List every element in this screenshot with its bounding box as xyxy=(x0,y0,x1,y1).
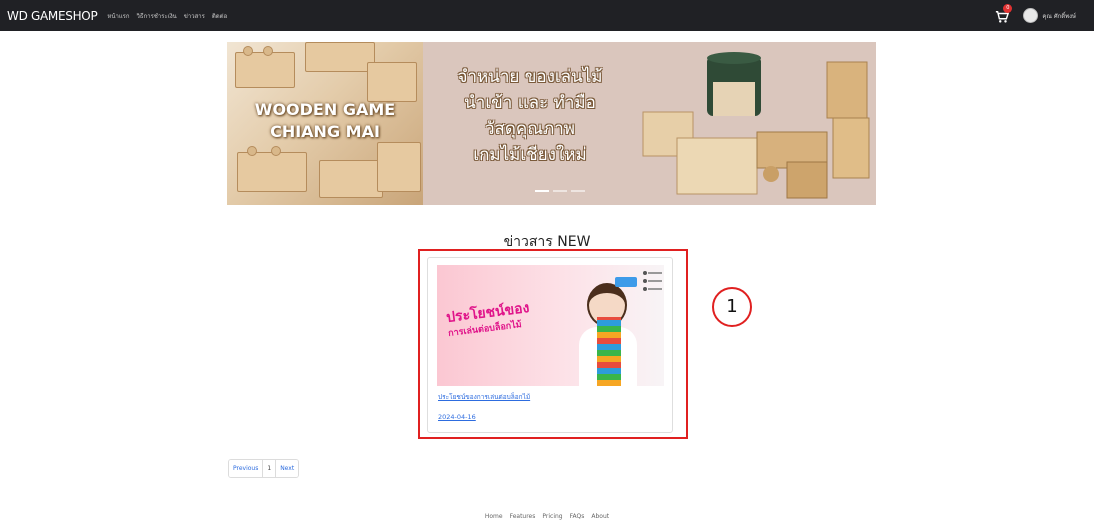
nav-link-home[interactable]: หน้าแรก xyxy=(107,11,129,21)
banner-promo-text: จำหน่าย ของเล่นไม้ นำเข้า และ ทำมือ วัสด… xyxy=(423,64,637,168)
cart-button[interactable]: 0 xyxy=(995,3,1013,23)
pagination-page-1[interactable]: 1 xyxy=(263,460,277,477)
nav-link-contact[interactable]: ติดต่อ xyxy=(212,11,227,21)
nav-right: 0 คุณ ศักดิ์พงษ์ xyxy=(995,0,1076,31)
footer-link-faqs[interactable]: FAQs xyxy=(570,513,585,520)
toys-illustration xyxy=(642,52,870,199)
banner-promo-line3: วัสดุคุณภาพ xyxy=(484,119,576,139)
banner-promo-text-area: จำหน่าย ของเล่นไม้ นำเข้า และ ทำมือ วัสด… xyxy=(423,42,637,205)
nav-links: หน้าแรก วิธีการชำระเงิน ข่าวสาร ติดต่อ xyxy=(107,11,227,21)
carousel-indicator-3[interactable] xyxy=(571,190,585,192)
carousel-indicator-1[interactable] xyxy=(535,190,549,192)
carousel-indicators xyxy=(535,190,585,192)
top-navbar: WD GAMESHOP หน้าแรก วิธีการชำระเงิน ข่าว… xyxy=(0,0,1094,31)
carousel-indicator-2[interactable] xyxy=(553,190,567,192)
footer-link-features[interactable]: Features xyxy=(510,513,536,520)
banner-promo-line1: จำหน่าย ของเล่นไม้ xyxy=(457,67,603,87)
banner-promo-line2: นำเข้า และ ทำมือ xyxy=(464,93,596,113)
banner-brand-text: WOODEN GAME CHIANG MAI xyxy=(227,99,423,143)
banner-wooden-blocks-image: WOODEN GAME CHIANG MAI xyxy=(227,42,423,205)
brand-logo[interactable]: WD GAMESHOP xyxy=(7,9,98,23)
banner-promo-line4: เกมไม้เชียงใหม่ xyxy=(473,145,587,165)
user-name[interactable]: คุณ ศักดิ์พงษ์ xyxy=(1042,11,1076,21)
cart-count-badge: 0 xyxy=(1003,3,1013,13)
nav-link-payment[interactable]: วิธีการชำระเงิน xyxy=(137,11,177,21)
footer-link-pricing[interactable]: Pricing xyxy=(542,513,562,520)
nav-link-news[interactable]: ข่าวสาร xyxy=(184,11,205,21)
pagination: Previous 1 Next xyxy=(228,459,300,478)
banner-brand-line2: CHIANG MAI xyxy=(270,122,380,141)
footer-nav: Home Features Pricing FAQs About xyxy=(0,513,1094,520)
pagination-previous-button[interactable]: Previous xyxy=(229,460,264,477)
banner-toys-image xyxy=(637,42,876,205)
footer-link-home[interactable]: Home xyxy=(485,513,503,520)
pagination-next-button[interactable]: Next xyxy=(276,460,299,477)
annotation-number-badge: 1 xyxy=(712,287,752,327)
avatar[interactable] xyxy=(1023,8,1039,23)
banner-brand-line1: WOODEN GAME xyxy=(254,100,396,119)
footer-link-about[interactable]: About xyxy=(591,513,609,520)
annotation-highlight-box xyxy=(418,249,688,439)
banner-carousel[interactable]: WOODEN GAME CHIANG MAI จำหน่าย ของเล่นไม… xyxy=(227,42,876,205)
